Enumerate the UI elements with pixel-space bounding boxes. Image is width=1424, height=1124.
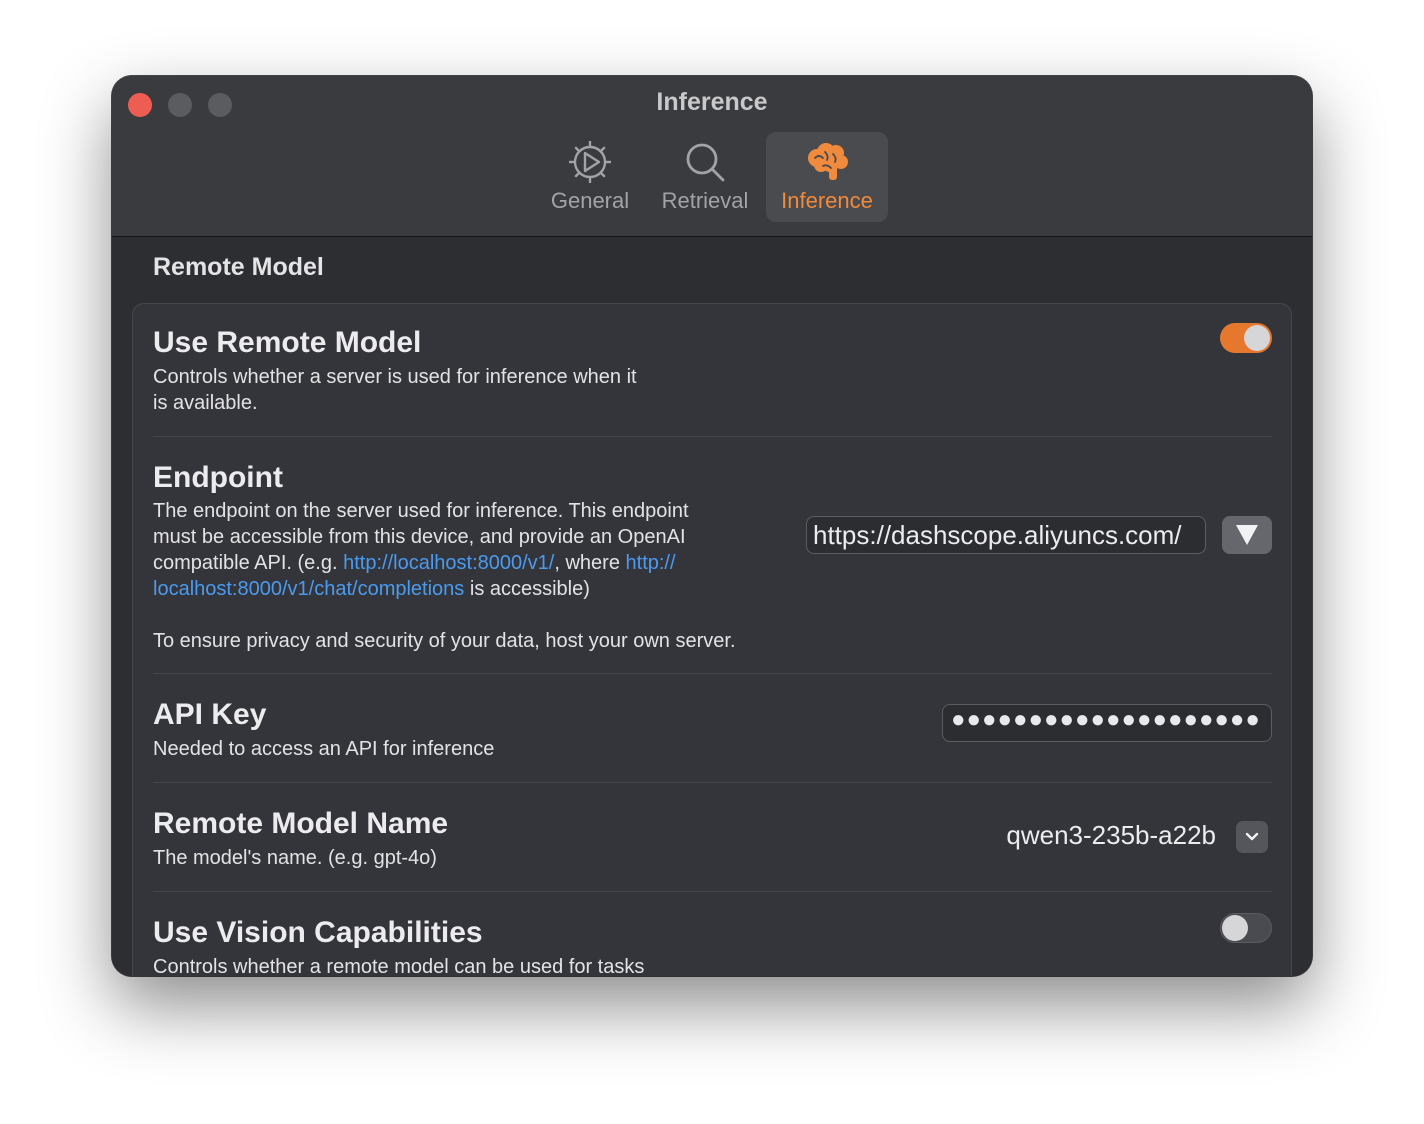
gear-play-icon xyxy=(569,141,611,183)
titlebar: Inference General Retrieval Inference xyxy=(112,76,1312,237)
magnifier-icon xyxy=(686,143,725,182)
use-remote-model-toggle[interactable] xyxy=(1220,323,1272,353)
example-endpoint-link[interactable]: http://localhost:8000/v1/ xyxy=(343,552,554,574)
tab-retrieval-label: Retrieval xyxy=(661,188,749,213)
chevron-down-icon xyxy=(1245,832,1259,841)
use-remote-model-desc: Controls whether a server is used for in… xyxy=(153,364,637,416)
api-key-field[interactable]: ●●●●●●●●●●●●●●●●●●●● xyxy=(942,704,1272,742)
endpoint-dropdown-button[interactable] xyxy=(1222,516,1272,554)
endpoint-desc-accessible: is accessible) xyxy=(464,578,590,600)
tab-general[interactable]: General xyxy=(538,132,642,222)
triangle-down-icon xyxy=(1236,525,1258,545)
divider xyxy=(153,673,1272,674)
endpoint-desc-where: , where xyxy=(554,552,626,574)
endpoint-value: https://dashscope.aliyuncs.com/ xyxy=(813,520,1182,550)
use-remote-model-desc-line1: Controls whether a server is used for in… xyxy=(153,366,637,388)
model-popup-button[interactable] xyxy=(1236,821,1268,853)
vision-title: Use Vision Capabilities xyxy=(153,916,483,949)
completions-link-part1[interactable]: http:// xyxy=(626,552,676,574)
divider xyxy=(153,782,1272,783)
tab-inference[interactable]: Inference xyxy=(766,132,888,222)
tab-inference-label: Inference xyxy=(781,188,873,213)
endpoint-desc-line2: must be accessible from this device, and… xyxy=(153,526,686,548)
vision-desc: Controls whether a remote model can be u… xyxy=(153,956,645,976)
privacy-note: To ensure privacy and security of your d… xyxy=(153,630,736,652)
api-key-title: API Key xyxy=(153,698,267,731)
endpoint-desc: The endpoint on the server used for infe… xyxy=(153,498,793,602)
use-remote-model-desc-line2: is available. xyxy=(153,392,258,414)
use-remote-model-title: Use Remote Model xyxy=(153,326,422,359)
endpoint-field[interactable]: https://dashscope.aliyuncs.com/ xyxy=(806,516,1206,554)
preferences-window: Inference General Retrieval Inference Re… xyxy=(112,76,1312,976)
toggle-knob xyxy=(1244,325,1270,351)
divider xyxy=(153,891,1272,892)
api-key-value: ●●●●●●●●●●●●●●●●●●●● xyxy=(951,706,1261,733)
remote-model-name-value[interactable]: qwen3-235b-a22b xyxy=(1006,820,1216,851)
vision-toggle[interactable] xyxy=(1220,913,1272,943)
divider xyxy=(153,436,1272,437)
window-title: Inference xyxy=(656,88,768,116)
tab-general-label: General xyxy=(550,188,630,213)
completions-link-part2[interactable]: localhost:8000/v1/chat/completions xyxy=(153,578,464,600)
section-title: Remote Model xyxy=(153,253,324,281)
endpoint-title: Endpoint xyxy=(153,461,283,494)
remote-model-name-title: Remote Model Name xyxy=(153,807,449,840)
api-key-desc: Needed to access an API for inference xyxy=(153,738,495,760)
endpoint-desc-line3: compatible API. (e.g. xyxy=(153,552,344,574)
brain-icon xyxy=(808,143,848,180)
tab-retrieval[interactable]: Retrieval xyxy=(650,132,760,222)
toggle-knob xyxy=(1222,915,1248,941)
endpoint-desc-line1: The endpoint on the server used for infe… xyxy=(153,500,689,522)
remote-model-name-desc: The model's name. (e.g. gpt-4o) xyxy=(153,847,437,869)
